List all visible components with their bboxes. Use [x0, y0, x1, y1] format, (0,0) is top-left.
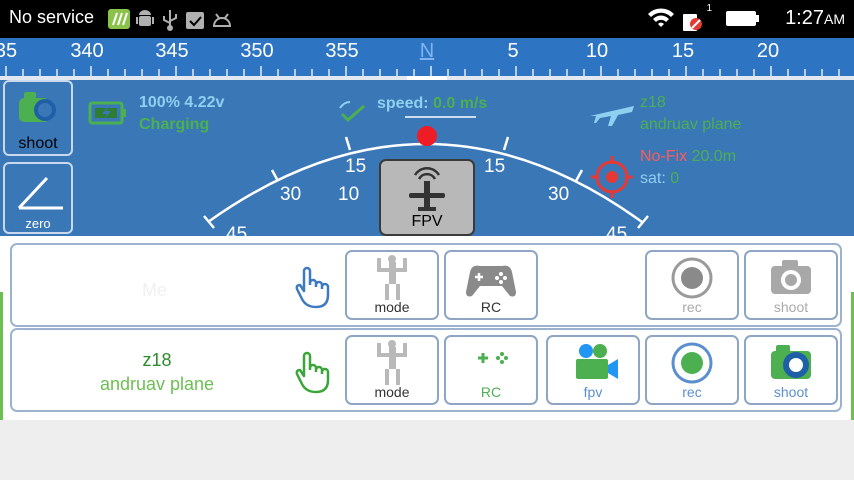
satellites: sat: 0 — [640, 170, 679, 188]
person-mode-icon — [377, 255, 407, 300]
android-debug-icon — [212, 13, 232, 27]
sim-slot-label: 1 — [706, 3, 712, 14]
vehicle-id: z18 — [640, 94, 666, 111]
clock: 1:27AM — [785, 7, 845, 30]
hand-pointer-icon[interactable] — [294, 265, 336, 309]
fpv-view-label: FPV — [411, 213, 443, 230]
compass-north: N — [420, 40, 434, 62]
me-rec-button[interactable]: rec — [645, 250, 739, 320]
pitch-label-left-10: 10 — [338, 184, 360, 205]
z18-rc-button[interactable]: RC — [444, 335, 538, 405]
compass-tick: 340 — [70, 40, 103, 62]
compass-tick: 10 — [586, 40, 608, 62]
z18-mode-button[interactable]: mode — [345, 335, 439, 405]
roll-label-right-30: 30 — [548, 184, 570, 205]
z18-rc-label: RC — [480, 384, 502, 400]
z18-shoot-label: shoot — [773, 384, 809, 400]
z18-fpv-label: fpv — [583, 384, 603, 400]
plus-dpad-icon — [478, 352, 508, 364]
me-mode-button[interactable]: mode — [345, 250, 439, 320]
speed-value: 0.0 m/s — [433, 95, 488, 112]
me-rc-label: RC — [480, 299, 502, 315]
camera-icon — [771, 345, 811, 379]
usb-icon — [163, 10, 177, 31]
unit-id-z18: z18 — [142, 350, 172, 370]
camera-icon — [771, 260, 811, 294]
angle-icon — [17, 176, 63, 210]
clipboard-check-icon — [186, 12, 204, 29]
battery-charging-icon — [88, 101, 126, 125]
compass-tick: 345 — [155, 40, 188, 62]
shoot-button-label: shoot — [18, 135, 58, 152]
app-notification-icon — [108, 9, 130, 29]
unit-panel-z18: z18 andruav plane mode RC fpv rec shoot — [10, 328, 842, 412]
notification-icons — [108, 8, 248, 37]
clock-ampm: AM — [824, 11, 845, 27]
charging-text: Charging — [139, 116, 210, 133]
no-sim-icon — [683, 14, 702, 31]
fpv-view-button[interactable]: FPV — [379, 159, 475, 236]
z18-rec-label: rec — [682, 384, 702, 400]
roll-label-right-15: 15 — [484, 156, 506, 177]
me-shoot-button[interactable]: shoot — [744, 250, 838, 320]
clock-time: 1:27 — [785, 7, 824, 29]
record-icon — [671, 342, 713, 384]
me-rc-button[interactable]: RC — [444, 250, 538, 320]
compass-tick: 20 — [757, 40, 779, 62]
compass-tick: 350 — [240, 40, 273, 62]
compass-tick: 15 — [672, 40, 694, 62]
speed-label-text: speed: — [377, 95, 429, 112]
z18-shoot-button[interactable]: shoot — [744, 335, 838, 405]
zero-button[interactable]: zero — [3, 162, 73, 234]
hand-pointer-icon[interactable] — [294, 350, 336, 394]
vehicle-name: andruav plane — [640, 116, 742, 133]
z18-fpv-button[interactable]: fpv — [546, 335, 640, 405]
camera-icon — [19, 92, 56, 122]
roll-label-left-15: 15 — [345, 156, 367, 177]
hud-panel: 15 15 30 30 45 45 10 shoot zero 100% 4.2… — [0, 80, 854, 236]
roll-label-left-30: 30 — [280, 184, 302, 205]
person-mode-icon — [377, 340, 407, 385]
gps-fix: No-Fix — [640, 148, 688, 165]
gps-accuracy: 20.0m — [691, 148, 737, 165]
video-camera-icon — [576, 344, 618, 379]
compass-strip: 35 340 345 350 355 N 5 10 15 20 — [0, 38, 854, 76]
compass-tick: 5 — [507, 40, 518, 62]
roll-pointer-icon — [417, 126, 437, 146]
shoot-button[interactable]: shoot — [3, 80, 73, 156]
zero-button-label: zero — [25, 216, 51, 231]
android-icon — [136, 10, 154, 26]
carrier-text: No service — [9, 7, 95, 27]
record-icon — [671, 257, 713, 299]
roll-label-right-45: 45 — [606, 224, 628, 236]
me-shoot-label: shoot — [773, 299, 809, 315]
unit-name-z18: andruav plane — [99, 374, 215, 394]
sat-label: sat: — [640, 170, 666, 187]
compass-tick: 35 — [0, 40, 17, 62]
wifi-icon — [648, 8, 674, 27]
status-bar: No service 1 1:27AM — [0, 0, 854, 38]
z18-rec-button[interactable]: rec — [645, 335, 739, 405]
unit-panel-me: Me mode RC rec shoot — [10, 243, 842, 327]
z18-mode-label: mode — [374, 384, 410, 400]
me-rec-label: rec — [682, 299, 702, 315]
unit-name-me: Me — [142, 280, 168, 300]
battery-text: 100% 4.22v — [139, 94, 225, 111]
gamepad-icon — [466, 265, 516, 297]
gps-target-icon — [591, 156, 633, 198]
compass-tick: 355 — [325, 40, 358, 62]
battery-icon — [726, 11, 759, 26]
gps-status: No-Fix 20.0m — [640, 148, 736, 166]
roll-label-left-45: 45 — [226, 224, 248, 236]
me-mode-label: mode — [374, 299, 410, 315]
plane-icon — [590, 106, 634, 126]
fpv-drone-icon — [409, 166, 445, 211]
sat-value: 0 — [670, 170, 680, 187]
speed-check-icon — [339, 101, 365, 123]
speed-label: speed: 0.0 m/s — [377, 95, 487, 113]
